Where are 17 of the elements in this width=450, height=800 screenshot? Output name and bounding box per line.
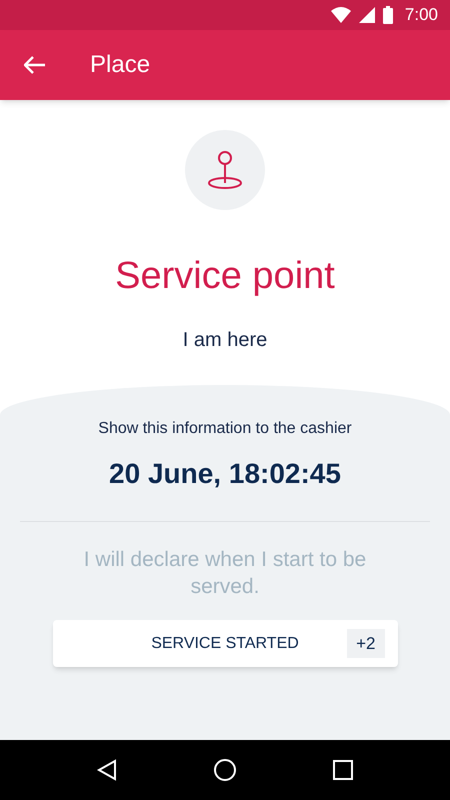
back-nav-button[interactable] [96,759,118,781]
place-subtitle: I am here [182,328,268,353]
service-started-button[interactable]: SERVICE STARTED +2 [52,620,398,667]
battery-icon [382,6,393,24]
location-pin-icon [207,150,243,190]
screen-title: Place [90,50,150,80]
place-title: Service point [115,254,335,299]
home-nav-button[interactable] [212,758,237,782]
status-time: 7:00 [404,4,438,26]
service-note: I will declare when I start to be served. [82,547,368,600]
signal-icon [358,7,375,23]
count-badge: +2 [347,629,384,658]
back-arrow-icon [24,56,46,74]
recents-nav-button[interactable] [332,759,354,781]
service-datetime: 20 June, 18:02:45 [109,457,341,491]
wifi-icon [330,7,351,23]
info-caption: Show this information to the cashier [98,419,352,439]
